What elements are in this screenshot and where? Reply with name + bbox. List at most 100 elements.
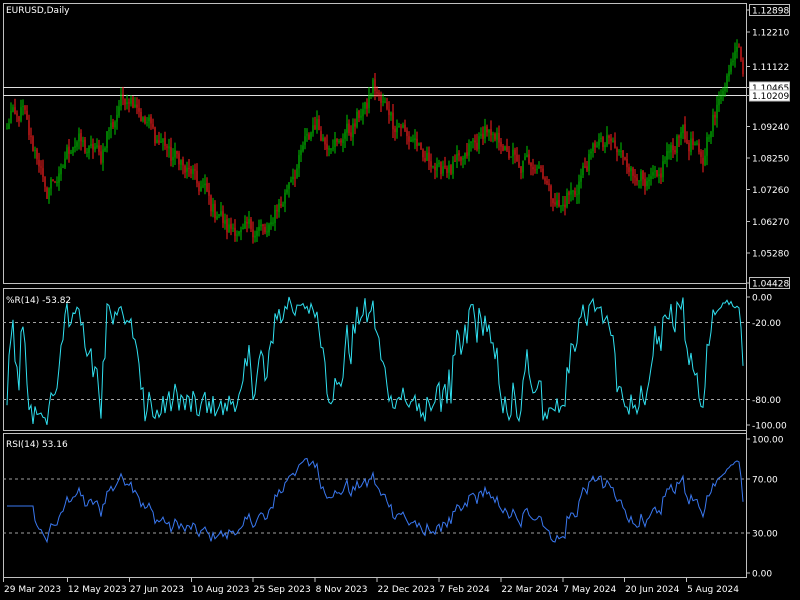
- candle: [256, 227, 258, 242]
- candle-body: [650, 176, 652, 179]
- wr-panel-frame: [3, 288, 747, 431]
- candle: [662, 154, 664, 183]
- candle-body: [384, 101, 386, 103]
- candle-body: [372, 79, 374, 94]
- candle: [226, 214, 228, 240]
- candle-body: [114, 121, 116, 128]
- candle: [548, 178, 550, 192]
- candle: [236, 230, 238, 242]
- candle: [728, 64, 730, 82]
- candle: [634, 169, 636, 186]
- candle: [202, 178, 204, 189]
- candle: [486, 124, 488, 137]
- candle: [264, 223, 266, 235]
- candle-body: [728, 71, 730, 77]
- candle-body: [582, 165, 584, 176]
- candle: [384, 97, 386, 104]
- candle: [420, 142, 422, 151]
- candle: [330, 147, 332, 155]
- candle-body: [14, 107, 16, 115]
- candle: [110, 115, 112, 139]
- candle: [96, 138, 98, 149]
- candle-body: [224, 220, 226, 224]
- rsi-tick-label: 70.00: [752, 476, 778, 486]
- candle-body: [118, 106, 120, 116]
- candle: [436, 157, 438, 178]
- candle-body: [98, 145, 100, 152]
- candle-body: [740, 46, 742, 61]
- candle: [130, 95, 132, 107]
- candle-body: [408, 136, 410, 142]
- candle-body: [216, 216, 218, 220]
- candle-body: [262, 224, 264, 227]
- candle: [432, 165, 434, 169]
- candle-body: [38, 159, 40, 167]
- candle-body: [478, 136, 480, 149]
- candle: [448, 160, 450, 180]
- rsi-line: [7, 457, 744, 544]
- candle: [162, 138, 164, 151]
- date-tick-label: 7 May 2024: [563, 585, 616, 595]
- candle: [84, 137, 86, 154]
- candle: [318, 115, 320, 131]
- candle-body: [546, 180, 548, 184]
- candle: [294, 169, 296, 187]
- candle-body: [122, 94, 124, 99]
- candle: [348, 119, 350, 136]
- candle: [668, 144, 670, 160]
- candle: [520, 166, 522, 180]
- candle: [332, 139, 334, 152]
- candle: [396, 119, 398, 139]
- candle-body: [620, 150, 622, 152]
- candle: [314, 116, 316, 130]
- candle: [214, 200, 216, 223]
- candle: [470, 141, 472, 152]
- candle: [10, 102, 12, 124]
- candle: [688, 139, 690, 161]
- candle: [126, 94, 128, 110]
- candle: [158, 131, 160, 145]
- candle: [664, 156, 666, 165]
- candle-body: [684, 124, 686, 140]
- candle: [578, 174, 580, 204]
- candle: [472, 137, 474, 149]
- candle-body: [8, 123, 10, 129]
- candle: [444, 156, 446, 170]
- candle-body: [168, 146, 170, 149]
- candle-body: [162, 138, 164, 143]
- wr-series: [6, 296, 744, 425]
- candle: [612, 137, 614, 143]
- candle-body: [596, 145, 598, 147]
- candle-body: [328, 148, 330, 150]
- candle-body: [452, 161, 454, 174]
- candle-body: [590, 151, 592, 154]
- candle-body: [656, 170, 658, 177]
- candle-body: [468, 143, 470, 156]
- candle: [254, 230, 256, 243]
- wr-axis-ticks: 0.00 -20.00 -80.00 -100.00: [746, 294, 787, 432]
- candle-body: [40, 166, 42, 168]
- candle-body: [72, 147, 74, 154]
- candle-body: [88, 145, 90, 153]
- candle: [734, 42, 736, 68]
- candle-body: [166, 146, 168, 148]
- candle: [274, 204, 276, 231]
- candle-body: [528, 154, 530, 163]
- candle-body: [464, 152, 466, 159]
- candle: [558, 192, 560, 208]
- candle-body: [514, 149, 516, 155]
- candle-body: [382, 101, 384, 103]
- chart: 1.128981.122101.111221.104651.102091.092…: [3, 3, 790, 595]
- candle: [550, 184, 552, 207]
- candle: [168, 138, 170, 158]
- candle: [324, 136, 326, 151]
- candle: [730, 58, 732, 75]
- candle-body: [6, 128, 8, 130]
- candle-body: [334, 139, 336, 148]
- candle: [642, 170, 644, 186]
- candle-body: [386, 102, 388, 109]
- candle-body: [724, 86, 726, 91]
- candle: [204, 174, 206, 195]
- candle-body: [402, 124, 404, 128]
- candle-body: [170, 146, 172, 161]
